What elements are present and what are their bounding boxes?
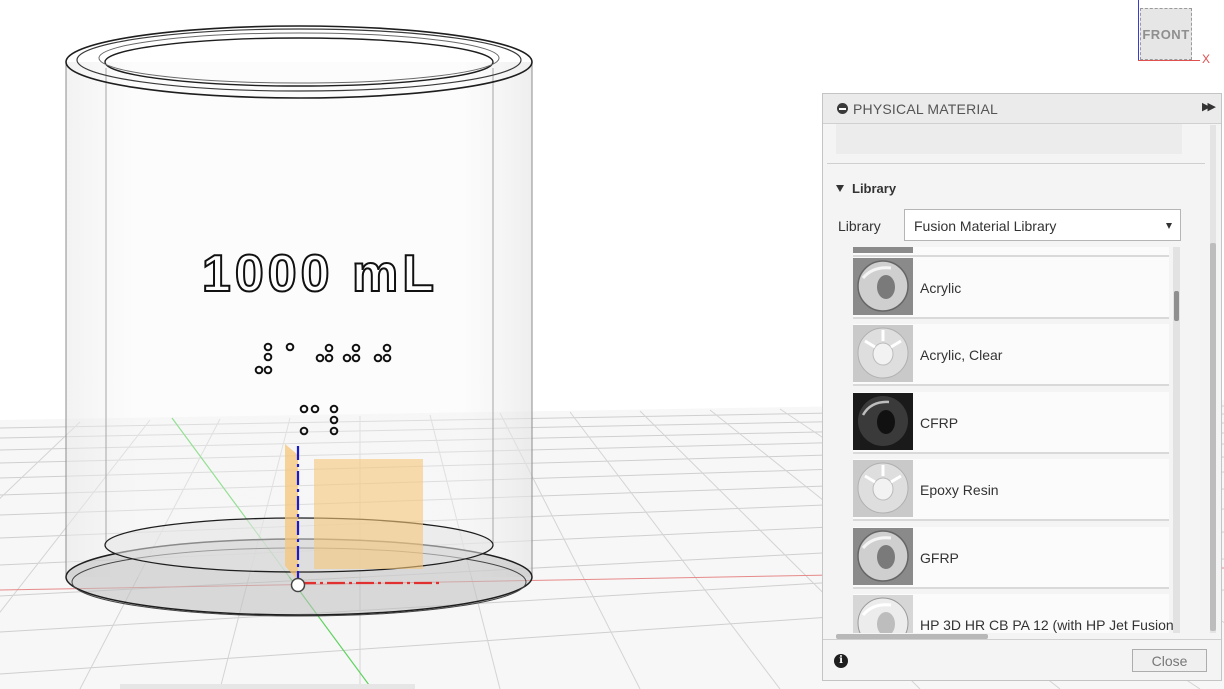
list-item[interactable]: Epoxy Resin: [853, 459, 1169, 521]
library-label: Library: [838, 218, 881, 234]
list-item[interactable]: HP 3D HR CB PA 12 (with HP Jet Fusion: [853, 594, 1174, 633]
torus-icon: [857, 597, 909, 633]
viewcube-front-face[interactable]: FRONT: [1140, 8, 1192, 60]
material-search-input[interactable]: [836, 124, 1182, 154]
chevron-down-icon: [1166, 223, 1172, 229]
material-list[interactable]: Acrylic Acrylic, Clear CFRP Epoxy Resin …: [849, 247, 1174, 633]
material-name: CFRP: [920, 415, 959, 431]
list-scrollbar[interactable]: [1173, 247, 1180, 633]
torus-icon: [857, 260, 909, 312]
list-item[interactable]: GFRP: [853, 527, 1169, 589]
material-name: Epoxy Resin: [920, 482, 999, 498]
material-thumbnail: [853, 460, 913, 517]
footer-divider: [823, 639, 1221, 640]
panel-scroll-thumb[interactable]: [1210, 243, 1216, 631]
library-select-value: Fusion Material Library: [914, 218, 1057, 234]
list-item[interactable]: CFRP: [853, 392, 1169, 454]
list-item-partial[interactable]: [853, 247, 1169, 257]
torus-icon: [857, 462, 909, 514]
material-name: HP 3D HR CB PA 12 (with HP Jet Fusion: [920, 617, 1174, 633]
torus-icon: [857, 530, 909, 582]
section-divider: [827, 163, 1205, 164]
viewcube-face-label: FRONT: [1142, 26, 1190, 42]
volume-label: 1000 mL: [202, 245, 438, 303]
view-cube[interactable]: FRONT X: [1130, 0, 1224, 70]
library-section-header[interactable]: Library: [836, 180, 896, 196]
bottom-toolbar: [120, 684, 415, 689]
material-thumbnail: [853, 528, 913, 585]
viewcube-z-axis: [1138, 0, 1139, 61]
material-name: GFRP: [920, 550, 959, 566]
triangle-down-icon: [836, 184, 844, 192]
close-button[interactable]: Close: [1132, 649, 1207, 672]
list-item[interactable]: Acrylic, Clear: [853, 324, 1169, 386]
double-arrow-right-icon[interactable]: ▶▶: [1202, 100, 1216, 113]
viewcube-x-axis: [1138, 60, 1200, 61]
panel-title: PHYSICAL MATERIAL: [853, 101, 998, 117]
torus-icon: [858, 396, 908, 446]
material-name: Acrylic, Clear: [920, 347, 1003, 363]
info-icon[interactable]: i: [834, 654, 848, 668]
list-item[interactable]: Acrylic: [853, 257, 1169, 319]
origin-point[interactable]: [290, 577, 306, 593]
viewcube-x-label: X: [1202, 52, 1211, 66]
material-thumbnail: [853, 595, 913, 633]
panel-scrollbar[interactable]: [1210, 125, 1216, 633]
torus-icon: [857, 327, 909, 379]
material-name: Acrylic: [920, 280, 962, 296]
section-title: Library: [852, 180, 897, 196]
material-thumbnail: [853, 247, 913, 253]
physical-material-panel: PHYSICAL MATERIAL ▶▶ Library Library Fus…: [822, 93, 1222, 681]
material-thumbnail: [853, 393, 913, 450]
library-select[interactable]: Fusion Material Library: [904, 209, 1181, 241]
material-thumbnail: [853, 325, 913, 382]
collapse-icon[interactable]: [837, 103, 848, 114]
list-scroll-thumb[interactable]: [1174, 291, 1179, 321]
material-thumbnail: [853, 258, 913, 315]
panel-header[interactable]: PHYSICAL MATERIAL ▶▶: [823, 94, 1221, 124]
